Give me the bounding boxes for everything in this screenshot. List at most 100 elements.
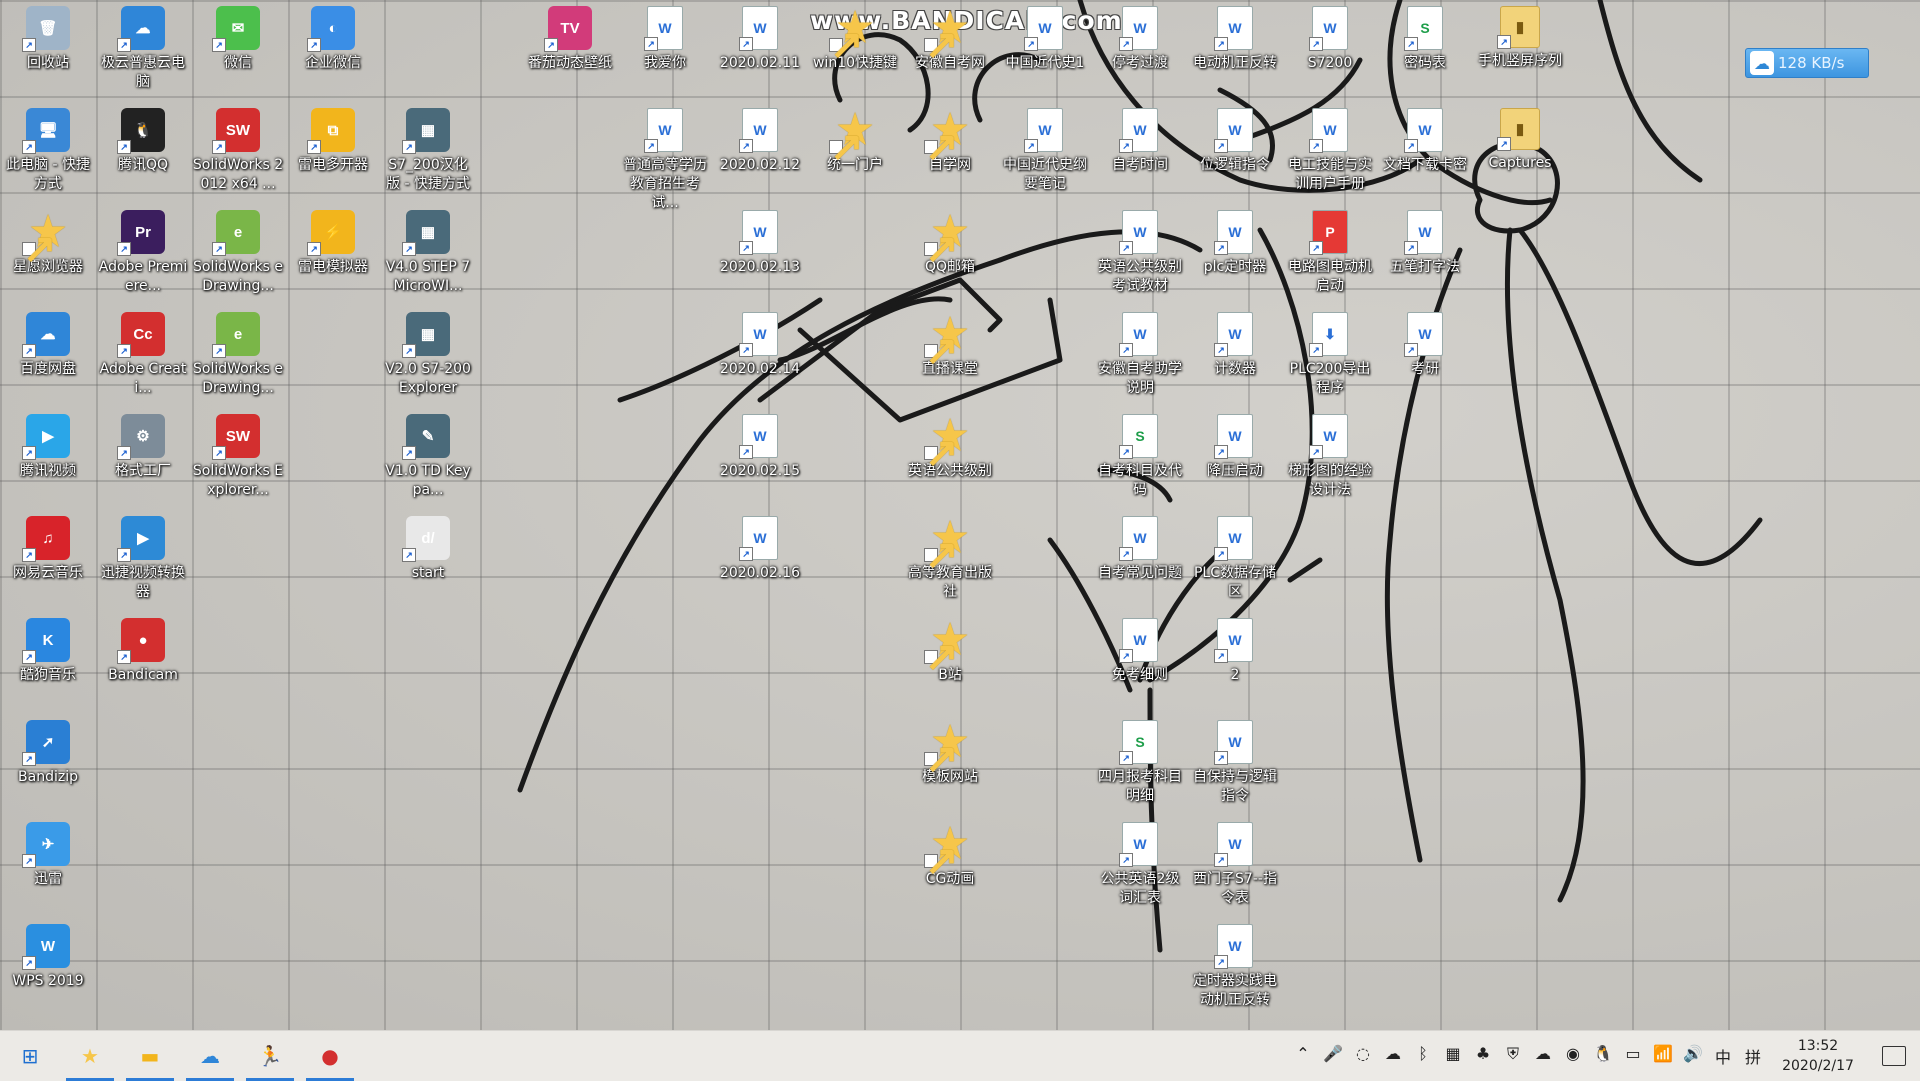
desktop-icon[interactable]: W ↗ 计数器 [1187,308,1283,408]
desktop-icon[interactable]: ★ ↗ 英语公共级别 [902,410,998,510]
tray-icon[interactable]: ☁ [1378,1044,1408,1068]
desktop-icon[interactable]: ★ ↗ 自学网 [902,104,998,204]
desktop-icon[interactable]: ♫ ↗ 网易云音乐 [0,512,96,612]
desktop-icon[interactable]: SW ↗ SolidWorks Explorer... [190,410,286,510]
desktop-icon[interactable]: ▦ ↗ V2.0 S7-200 Explorer [380,308,476,408]
desktop-icon[interactable]: W ↗ 公共英语2级词汇表 [1092,818,1188,918]
taskbar-start-button[interactable]: ⊞ [0,1031,60,1081]
desktop-icon[interactable]: W ↗ 文档下载卡密 [1377,104,1473,204]
desktop-icon[interactable]: K ↗ 酷狗音乐 [0,614,96,714]
tray-icon[interactable]: ᛒ [1408,1044,1438,1068]
desktop-icon[interactable]: ▶ ↗ 迅捷视频转换器 [95,512,191,612]
desktop-icon[interactable]: S ↗ 密码表 [1377,2,1473,102]
desktop-icon[interactable]: ★ ↗ win10快捷键 [807,2,903,102]
desktop-icon[interactable]: W ↗ 2020.02.15 [712,410,808,510]
desktop-icon[interactable]: ▮ ↗ Captures [1472,104,1568,204]
desktop-icon[interactable]: Pr ↗ Adobe Premiere... [95,206,191,306]
desktop-icon[interactable]: ☁ ↗ 百度网盘 [0,308,96,408]
desktop-icon[interactable]: W ↗ 2020.02.16 [712,512,808,612]
desktop-icon[interactable]: 🖥 ↗ 此电脑 - 快捷方式 [0,104,96,204]
desktop-icon[interactable]: W ↗ 安徽自考助学说明 [1092,308,1188,408]
desktop-icon[interactable]: W ↗ PLC数据存储区 [1187,512,1283,612]
desktop-icon[interactable]: 🗑 ↗ 回收站 [0,2,96,102]
desktop-icon[interactable]: W ↗ 自保持与逻辑指令 [1187,716,1283,816]
taskbar-runner-app[interactable]: 🏃 [240,1031,300,1081]
tray-icon[interactable]: ◉ [1558,1044,1588,1068]
tray-icon[interactable]: 🐧 [1588,1044,1618,1068]
desktop-icon[interactable]: W ↗ 2020.02.11 [712,2,808,102]
desktop-icon[interactable]: ● ↗ Bandicam [95,614,191,714]
desktop-icon[interactable]: ◐ ↗ 企业微信 [285,2,381,102]
taskbar-baidu-netdisk[interactable]: ☁ [180,1031,240,1081]
tray-icon[interactable]: 拼 [1738,1044,1768,1068]
desktop-icon[interactable]: P ↗ 电路图电动机启动 [1282,206,1378,306]
desktop-icon[interactable]: W ↗ 自考常见问题 [1092,512,1188,612]
desktop-icon[interactable]: W ↗ 2020.02.13 [712,206,808,306]
download-speed-widget[interactable]: ☁ 128 KB/s [1745,48,1869,78]
desktop-icon[interactable]: ⚙ ↗ 格式工厂 [95,410,191,510]
desktop-icon[interactable]: ▮ ↗ 手机竖屏序列 [1472,2,1568,102]
desktop-icon[interactable]: ★ ↗ B站 [902,614,998,714]
desktop-icon[interactable]: ✈ ↗ 迅雷 [0,818,96,918]
desktop-icon[interactable]: W ↗ 电工技能与实训用户手册 [1282,104,1378,204]
desktop-icon[interactable]: ★ ↗ 高等教育出版社 [902,512,998,612]
desktop-icon[interactable]: ⧉ ↗ 雷电多开器 [285,104,381,204]
desktop-icon[interactable]: ★ ↗ QQ邮箱 [902,206,998,306]
taskbar-browser-star[interactable]: ★ [60,1031,120,1081]
desktop-icon[interactable]: ★ ↗ 统一门户 [807,104,903,204]
desktop-icon[interactable]: SW ↗ SolidWorks 2012 x64 ... [190,104,286,204]
tray-icon[interactable]: ⌃ [1288,1044,1318,1068]
desktop-icon[interactable]: W ↗ 中国近代史纲要笔记 [997,104,1093,204]
desktop-icon[interactable]: 🐧 ↗ 腾讯QQ [95,104,191,204]
desktop-icon[interactable]: W ↗ 西门子S7--指令表 [1187,818,1283,918]
desktop-icon[interactable]: W ↗ 停考过渡 [1092,2,1188,102]
desktop-icon[interactable]: ⚡ ↗ 雷电模拟器 [285,206,381,306]
desktop-icon[interactable]: TV ↗ 番茄动态壁纸 [522,2,618,102]
desktop-icon[interactable]: W ↗ 位逻辑指令 [1187,104,1283,204]
desktop-icon[interactable]: W ↗ 考研 [1377,308,1473,408]
desktop-icon[interactable]: W ↗ 定时器实践电动机正反转 [1187,920,1283,1020]
desktop-icon[interactable]: W ↗ 2020.02.14 [712,308,808,408]
desktop-icon[interactable]: W ↗ 自考时间 [1092,104,1188,204]
tray-icon[interactable]: 🎤 [1318,1044,1348,1068]
desktop-icon[interactable]: W ↗ 电动机正反转 [1187,2,1283,102]
desktop-icon[interactable]: W ↗ 降压启动 [1187,410,1283,510]
desktop-icon[interactable]: W ↗ S7200 [1282,2,1378,102]
tray-icon[interactable]: ◌ [1348,1044,1378,1068]
desktop-icon[interactable]: ★ ↗ 安徽自考网 [902,2,998,102]
tray-icon[interactable]: 🔊 [1678,1044,1708,1068]
desktop-icon[interactable]: W ↗ 免考细则 [1092,614,1188,714]
tray-icon[interactable]: ▦ [1438,1044,1468,1068]
desktop-icon[interactable]: W ↗ 普通高等学历教育招生考试... [617,104,713,211]
desktop-icon[interactable]: e ↗ SolidWorks eDrawing... [190,206,286,306]
desktop-icon[interactable]: ▦ ↗ V4.0 STEP 7 MicroWI... [380,206,476,306]
desktop-icon[interactable]: ✎ ↗ V1.0 TD Keypa... [380,410,476,510]
desktop-icon[interactable]: ▦ ↗ S7_200汉化版 - 快捷方式 [380,104,476,204]
desktop-icon[interactable]: ★ ↗ 星愿浏览器 [0,206,96,306]
notification-center-button[interactable] [1868,1046,1920,1066]
desktop-icon[interactable]: W ↗ 我爱你 [617,2,713,102]
tray-icon[interactable]: ▭ [1618,1044,1648,1068]
desktop-icon[interactable]: d/↗ start [380,512,476,612]
desktop-icon[interactable]: ★ ↗ CG动画 [902,818,998,918]
desktop-icon[interactable]: ★ ↗ 直播课堂 [902,308,998,408]
desktop-icon[interactable]: ☁ ↗ 极云普惠云电脑 [95,2,191,102]
desktop-icon[interactable]: W ↗ 2 [1187,614,1283,714]
desktop-icon[interactable]: W ↗ 2020.02.12 [712,104,808,204]
taskbar-file-explorer[interactable]: ▬ [120,1031,180,1081]
desktop-icon[interactable]: ✉ ↗ 微信 [190,2,286,102]
desktop-icon[interactable]: ⬇ ↗ PLC200导出程序 [1282,308,1378,408]
desktop-icon[interactable]: S ↗ 四月报考科目明细 [1092,716,1188,816]
desktop-icon[interactable]: W ↗ 梯形图的经验设计法 [1282,410,1378,510]
desktop-icon[interactable]: ★ ↗ 模板网站 [902,716,998,816]
taskbar-bandicam-record[interactable]: ● [300,1031,360,1081]
desktop-icon[interactable]: S ↗ 自考科目及代码 [1092,410,1188,510]
desktop-icon[interactable]: e ↗ SolidWorks eDrawing... [190,308,286,408]
desktop-icon[interactable]: ▶ ↗ 腾讯视频 [0,410,96,510]
tray-icon[interactable]: ☁ [1528,1044,1558,1068]
desktop-icon[interactable]: ➚ ↗ Bandizip [0,716,96,816]
desktop-icon[interactable]: W ↗ 中国近代史1 [997,2,1093,102]
desktop-icon[interactable]: W ↗ plc定时器 [1187,206,1283,306]
tray-icon[interactable]: ⛨ [1498,1044,1528,1068]
desktop-icon[interactable]: W ↗ WPS 2019 [0,920,96,1020]
